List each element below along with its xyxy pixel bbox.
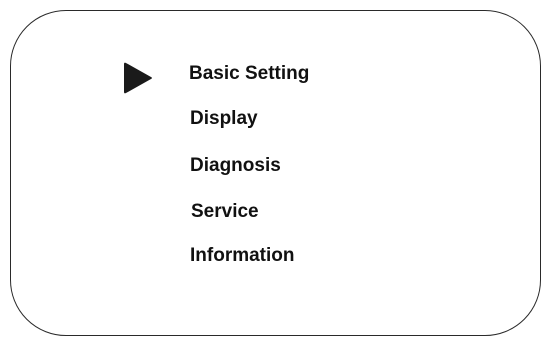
menu-item-diagnosis[interactable]: Diagnosis [190, 151, 281, 181]
menu-item-label: Service [191, 201, 259, 222]
device-screen: Basic Setting Display Diagnosis Service … [10, 10, 541, 336]
menu-item-label: Display [190, 108, 258, 129]
menu-item-label: Diagnosis [190, 155, 281, 176]
menu-item-service[interactable]: Service [191, 197, 259, 227]
menu-item-basic-setting[interactable]: Basic Setting [189, 59, 309, 89]
selection-pointer-icon [123, 61, 153, 95]
menu-item-display[interactable]: Display [190, 104, 258, 134]
menu-item-label: Information [190, 245, 295, 266]
menu-item-label: Basic Setting [189, 63, 310, 84]
menu-item-information[interactable]: Information [190, 241, 295, 271]
main-menu: Basic Setting Display Diagnosis Service … [11, 11, 540, 335]
